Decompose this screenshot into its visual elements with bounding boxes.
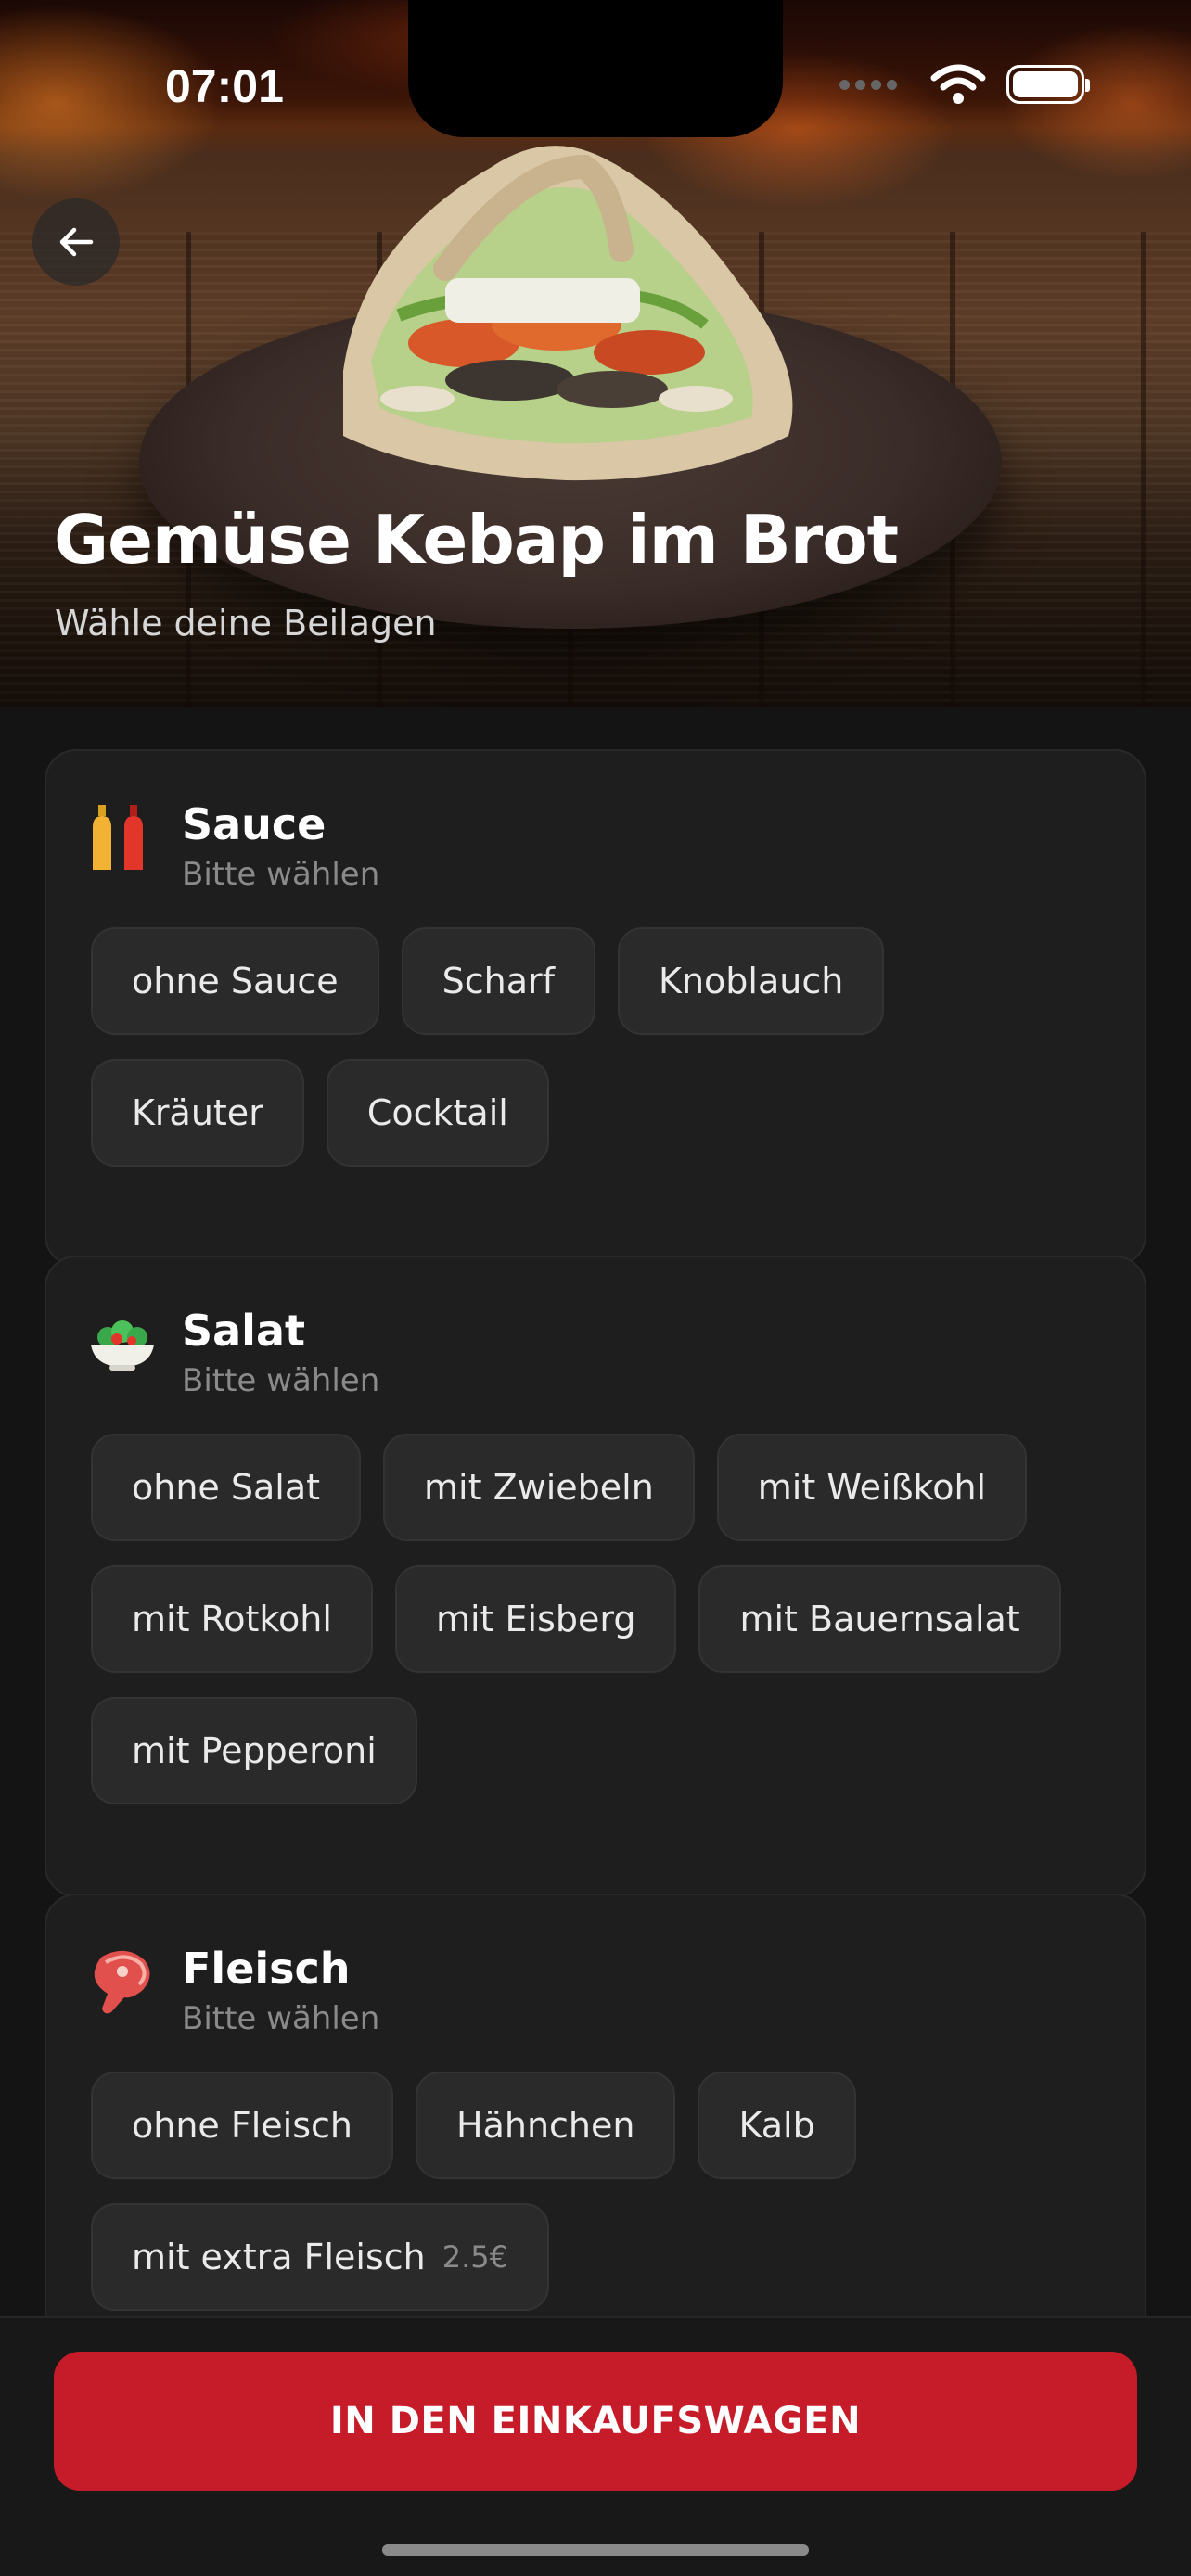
- status-icons: [839, 61, 1090, 108]
- option-chip[interactable]: mit Pepperoni: [91, 1697, 417, 1804]
- section-subtitle: Bitte wählen: [182, 856, 380, 893]
- salad-bowl-icon: [91, 1320, 154, 1371]
- hero-image: 07:01 Gemüse Kebap im Brot Wähle deine B…: [0, 0, 1191, 707]
- option-chip[interactable]: ohne Sauce: [91, 927, 379, 1035]
- signal-icon: [839, 79, 897, 90]
- device-notch: [408, 0, 783, 137]
- page-title: Gemüse Kebap im Brot: [54, 501, 899, 579]
- battery-icon: [1006, 65, 1090, 104]
- status-time: 07:01: [165, 60, 284, 112]
- product-options-screen: 07:01 Gemüse Kebap im Brot Wähle deine B…: [0, 0, 1191, 2576]
- option-chip[interactable]: mit Bauernsalat: [698, 1565, 1061, 1673]
- option-chip[interactable]: Hähnchen: [416, 2072, 676, 2179]
- section-header: Fleisch Bitte wählen: [89, 1944, 379, 2038]
- section-subtitle: Bitte wählen: [182, 1362, 380, 1399]
- option-chips: ohne Fleisch Hähnchen Kalb mit extra Fle…: [91, 2072, 1111, 2316]
- option-chip[interactable]: Knoblauch: [618, 927, 885, 1035]
- option-chip[interactable]: mit Rotkohl: [91, 1565, 373, 1673]
- option-chip[interactable]: Cocktail: [326, 1059, 549, 1167]
- option-chip[interactable]: Scharf: [401, 927, 596, 1035]
- section-title: Fleisch: [182, 1944, 351, 1994]
- section-header: Sauce Bitte wählen: [89, 799, 379, 894]
- option-chips: ohne Salat mit Zwiebeln mit Weißkohl mit…: [91, 1434, 1111, 1829]
- option-chip[interactable]: Kalb: [698, 2072, 856, 2179]
- option-chip[interactable]: ohne Fleisch: [91, 2072, 394, 2179]
- option-chip[interactable]: ohne Salat: [91, 1434, 362, 1541]
- option-chip[interactable]: mit Eisberg: [394, 1565, 677, 1673]
- add-to-cart-button[interactable]: IN DEN EINKAUFSWAGEN: [54, 2352, 1137, 2491]
- meat-icon: [94, 1950, 150, 2014]
- section-subtitle: Bitte wählen: [182, 2000, 380, 2037]
- section-header: Salat Bitte wählen: [89, 1306, 379, 1400]
- section-title: Salat: [182, 1306, 305, 1356]
- arrow-left-icon: [59, 227, 94, 257]
- options-list[interactable]: Sauce Bitte wählen ohne Sauce Scharf Kno…: [0, 707, 1191, 2316]
- section-title: Sauce: [182, 799, 327, 849]
- sauce-bottles-icon: [93, 805, 143, 870]
- section-fleisch: Fleisch Bitte wählen ohne Fleisch Hähnch…: [45, 1894, 1146, 2316]
- wifi-icon: [930, 64, 986, 104]
- section-sauce: Sauce Bitte wählen ohne Sauce Scharf Kno…: [45, 749, 1146, 1267]
- bottom-bar: IN DEN EINKAUFSWAGEN: [0, 2316, 1191, 2576]
- kebab-image: [343, 146, 793, 481]
- option-chip[interactable]: mit Zwiebeln: [383, 1434, 695, 1541]
- home-indicator: [382, 2544, 809, 2556]
- option-chips: ohne Sauce Scharf Knoblauch Kräuter Cock…: [91, 927, 1111, 1191]
- option-chip[interactable]: mit Weißkohl: [716, 1434, 1028, 1541]
- option-chip-extra-meat[interactable]: mit extra Fleisch 2.5€: [91, 2203, 550, 2311]
- option-chip[interactable]: Kräuter: [91, 1059, 304, 1167]
- page-subtitle: Wähle deine Beilagen: [55, 603, 437, 644]
- option-price: 2.5€: [442, 2239, 509, 2275]
- back-button[interactable]: [32, 198, 120, 286]
- section-salat: Salat Bitte wählen ohne Salat mit Zwiebe…: [45, 1256, 1146, 1897]
- option-label: mit extra Fleisch: [132, 2237, 426, 2277]
